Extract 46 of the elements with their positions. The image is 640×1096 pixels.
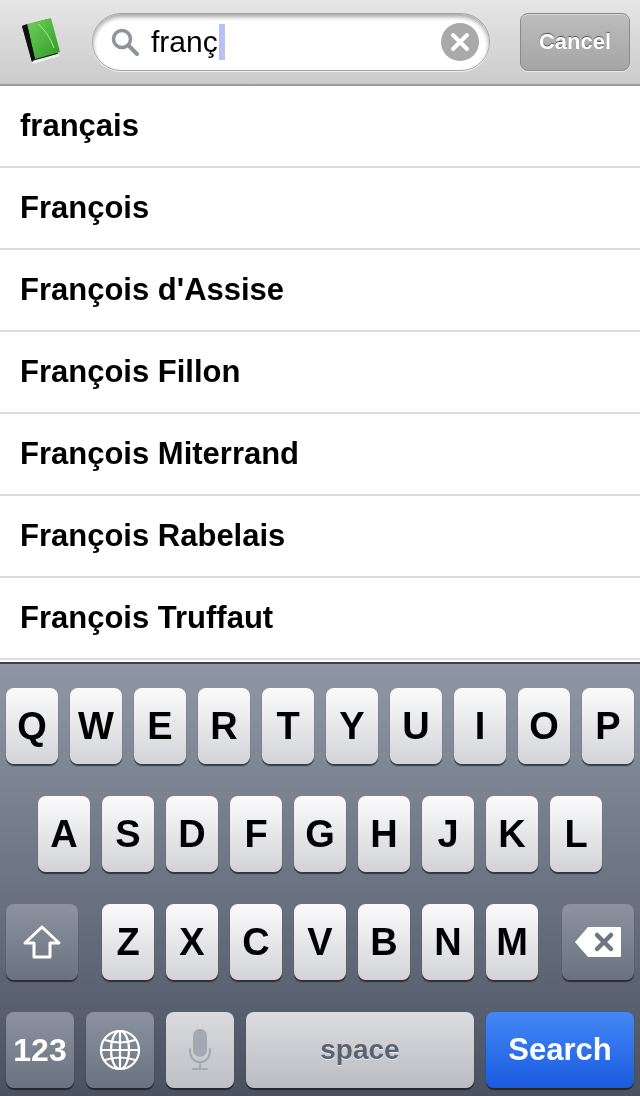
letter-key[interactable]: I bbox=[454, 688, 506, 764]
delete-key[interactable] bbox=[562, 904, 634, 980]
letter-key[interactable]: V bbox=[294, 904, 346, 980]
letter-key[interactable]: J bbox=[422, 796, 474, 872]
letter-key[interactable]: Z bbox=[102, 904, 154, 980]
search-icon bbox=[111, 28, 139, 56]
letter-key[interactable]: N bbox=[422, 904, 474, 980]
letter-key[interactable]: U bbox=[390, 688, 442, 764]
backspace-icon bbox=[574, 926, 622, 958]
letter-key[interactable]: M bbox=[486, 904, 538, 980]
suggestion-item[interactable]: français bbox=[0, 86, 640, 168]
letter-key[interactable]: Q bbox=[6, 688, 58, 764]
letter-key[interactable]: C bbox=[230, 904, 282, 980]
letter-key[interactable]: Y bbox=[326, 688, 378, 764]
suggestion-item[interactable]: François Miterrand bbox=[0, 414, 640, 496]
letter-key[interactable]: G bbox=[294, 796, 346, 872]
globe-icon bbox=[99, 1029, 141, 1071]
text-cursor bbox=[218, 24, 225, 60]
letter-key[interactable]: S bbox=[102, 796, 154, 872]
letter-key[interactable]: B bbox=[358, 904, 410, 980]
letter-key[interactable]: D bbox=[166, 796, 218, 872]
numbers-key[interactable]: 123 bbox=[6, 1012, 74, 1088]
letter-key[interactable]: F bbox=[230, 796, 282, 872]
letter-key[interactable]: R bbox=[198, 688, 250, 764]
suggestion-item[interactable]: François Fillon bbox=[0, 332, 640, 414]
letter-key[interactable]: O bbox=[518, 688, 570, 764]
letter-key[interactable]: H bbox=[358, 796, 410, 872]
globe-key[interactable] bbox=[86, 1012, 154, 1088]
letter-key[interactable]: T bbox=[262, 688, 314, 764]
suggestion-item[interactable]: François d'Assise bbox=[0, 250, 640, 332]
shift-key[interactable] bbox=[6, 904, 78, 980]
letter-key[interactable]: P bbox=[582, 688, 634, 764]
letter-key[interactable]: E bbox=[134, 688, 186, 764]
search-field[interactable]: franç bbox=[92, 13, 490, 71]
letter-key[interactable]: L bbox=[550, 796, 602, 872]
letter-key[interactable]: K bbox=[486, 796, 538, 872]
shift-arrow-icon bbox=[22, 924, 62, 960]
letter-key[interactable]: X bbox=[166, 904, 218, 980]
search-key[interactable]: Search bbox=[486, 1012, 634, 1088]
letter-key[interactable]: W bbox=[70, 688, 122, 764]
microphone-icon bbox=[188, 1029, 212, 1071]
suggestion-item[interactable]: François bbox=[0, 168, 640, 250]
space-key[interactable]: space bbox=[246, 1012, 474, 1088]
suggestion-item[interactable]: François Rabelais bbox=[0, 496, 640, 578]
letter-key[interactable]: A bbox=[38, 796, 90, 872]
suggestion-item[interactable]: François Truffaut bbox=[0, 578, 640, 660]
